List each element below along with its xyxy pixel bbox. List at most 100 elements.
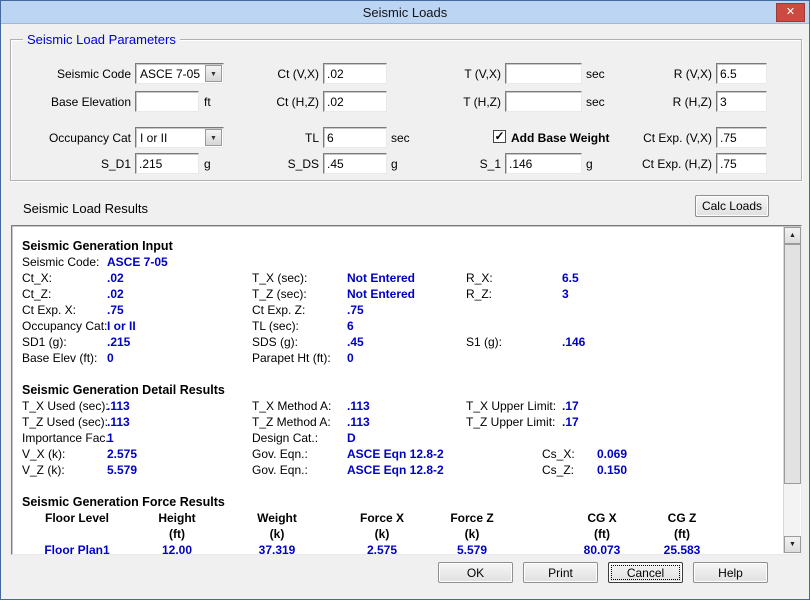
s1-label: S_1 xyxy=(411,157,501,171)
calc-loads-button[interactable]: Calc Loads xyxy=(695,195,769,217)
report-row: T_Z Used (sec):.113T_Z Method A:.113T_Z … xyxy=(14,414,780,430)
report-section-title: Seismic Generation Detail Results xyxy=(14,382,780,398)
report-value: D xyxy=(347,430,356,446)
ok-button[interactable]: OK xyxy=(438,562,513,583)
scroll-up-icon[interactable]: ▲ xyxy=(784,227,801,244)
help-button[interactable]: Help xyxy=(693,562,768,583)
add-base-weight-label: Add Base Weight xyxy=(511,131,609,145)
chevron-down-icon[interactable]: ▼ xyxy=(205,129,222,146)
close-button[interactable]: ✕ xyxy=(776,3,805,22)
report-label: Parapet Ht (ft): xyxy=(252,350,331,366)
ct-exp-vx-input[interactable] xyxy=(716,127,767,148)
report-label: Occupancy Cat: xyxy=(22,318,107,334)
report-value: .75 xyxy=(347,302,364,318)
report-label: R_X: xyxy=(466,270,493,286)
r-hz-input[interactable] xyxy=(716,91,767,112)
scroll-down-icon[interactable]: ▼ xyxy=(784,536,801,553)
r-vx-input[interactable] xyxy=(716,63,767,84)
report-value: 3 xyxy=(562,286,569,302)
report-value: 0.069 xyxy=(597,446,627,462)
report-row: Ct Exp. X:.75Ct Exp. Z:.75 xyxy=(14,302,780,318)
report-label: Importance Fac.: xyxy=(22,430,112,446)
table-cell: 2.575 xyxy=(367,542,397,554)
base-elevation-input[interactable] xyxy=(135,91,199,112)
r-hz-label: R (H,Z) xyxy=(616,95,712,109)
s1-input[interactable] xyxy=(505,153,582,174)
report-value: .75 xyxy=(107,302,124,318)
seismic-load-results-label: Seismic Load Results xyxy=(23,201,148,216)
report-label: T_X (sec): xyxy=(252,270,307,286)
report-section-title: Seismic Generation Input xyxy=(14,238,780,254)
ct-vx-input[interactable] xyxy=(323,63,387,84)
t-vx-input[interactable] xyxy=(505,63,582,84)
report-value: .17 xyxy=(562,414,579,430)
r-vx-label: R (V,X) xyxy=(616,67,712,81)
table-cell: 12.00 xyxy=(162,542,192,554)
report-label: T_X Used (sec): xyxy=(22,398,109,414)
report-value: .113 xyxy=(107,414,130,430)
ct-exp-hz-input[interactable] xyxy=(716,153,767,174)
sd1-label: S_D1 xyxy=(31,157,131,171)
t-hz-input[interactable] xyxy=(505,91,582,112)
report-value: 6 xyxy=(347,318,354,334)
report-value: .17 xyxy=(562,398,579,414)
s1-unit: g xyxy=(586,157,593,171)
window-title: Seismic Loads xyxy=(1,5,809,20)
table-cell: 5.579 xyxy=(457,542,487,554)
tl-label: TL xyxy=(231,131,319,145)
t-vx-unit: sec xyxy=(586,67,605,81)
table-cell: Floor Level xyxy=(45,510,109,526)
report-value: Not Entered xyxy=(347,286,415,302)
report-row: V_Z (k):5.579Gov. Eqn.:ASCE Eqn 12.8-2Cs… xyxy=(14,462,780,478)
table-cell: Force Z xyxy=(450,510,493,526)
report-value: ASCE Eqn 12.8-2 xyxy=(347,446,444,462)
report-row: SD1 (g):.215SDS (g):.45S1 (g):.146 xyxy=(14,334,780,350)
report-value: 0 xyxy=(347,350,354,366)
report-label: Gov. Eqn.: xyxy=(252,446,308,462)
ct-hz-input[interactable] xyxy=(323,91,387,112)
report-label: Ct_Z: xyxy=(22,286,51,302)
seismic-code-value: ASCE 7-05 xyxy=(140,67,200,81)
sd1-input[interactable] xyxy=(135,153,199,174)
occupancy-cat-select[interactable]: I or II ▼ xyxy=(135,127,224,148)
vertical-scrollbar[interactable]: ▲ ▼ xyxy=(783,227,800,553)
ct-exp-hz-label: Ct Exp. (H,Z) xyxy=(616,157,712,171)
table-cell: Floor Plan1 xyxy=(44,542,109,554)
report-label: T_X Upper Limit: xyxy=(466,398,556,414)
report-label: Ct_X: xyxy=(22,270,52,286)
report-label: T_Z (sec): xyxy=(252,286,307,302)
scrollbar-thumb[interactable] xyxy=(784,244,801,484)
ct-exp-vx-label: Ct Exp. (V,X) xyxy=(616,131,712,145)
results-panel: Seismic Generation InputSeismic Code:ASC… xyxy=(11,225,802,555)
base-elevation-label: Base Elevation xyxy=(31,95,131,109)
seismic-code-label: Seismic Code xyxy=(31,67,131,81)
report-label: Ct Exp. X: xyxy=(22,302,76,318)
print-button[interactable]: Print xyxy=(523,562,598,583)
sds-unit: g xyxy=(391,157,398,171)
cancel-button[interactable]: Cancel xyxy=(608,562,683,583)
table-cell: (ft) xyxy=(594,526,610,542)
sds-input[interactable] xyxy=(323,153,387,174)
report-value: .113 xyxy=(347,414,370,430)
seismic-code-select[interactable]: ASCE 7-05 ▼ xyxy=(135,63,224,84)
report-label: Base Elev (ft): xyxy=(22,350,97,366)
sd1-unit: g xyxy=(204,157,211,171)
add-base-weight-checkbox[interactable]: ✓ xyxy=(493,130,506,143)
titlebar: Seismic Loads ✕ xyxy=(1,1,809,24)
report-value: .146 xyxy=(562,334,585,350)
report-value: ASCE Eqn 12.8-2 xyxy=(347,462,444,478)
t-hz-unit: sec xyxy=(586,95,605,109)
report-value: 0.150 xyxy=(597,462,627,478)
report-value: .113 xyxy=(107,398,130,414)
report-value: .45 xyxy=(347,334,364,350)
check-icon: ✓ xyxy=(494,129,504,143)
report-value: 0 xyxy=(107,350,114,366)
tl-input[interactable] xyxy=(323,127,387,148)
tl-unit: sec xyxy=(391,131,410,145)
table-cell: CG Z xyxy=(668,510,697,526)
chevron-down-icon[interactable]: ▼ xyxy=(205,65,222,82)
t-hz-label: T (H,Z) xyxy=(411,95,501,109)
occupancy-cat-value: I or II xyxy=(140,131,167,145)
report-row: Occupancy Cat:I or IITL (sec):6 xyxy=(14,318,780,334)
report-value: .02 xyxy=(107,270,124,286)
